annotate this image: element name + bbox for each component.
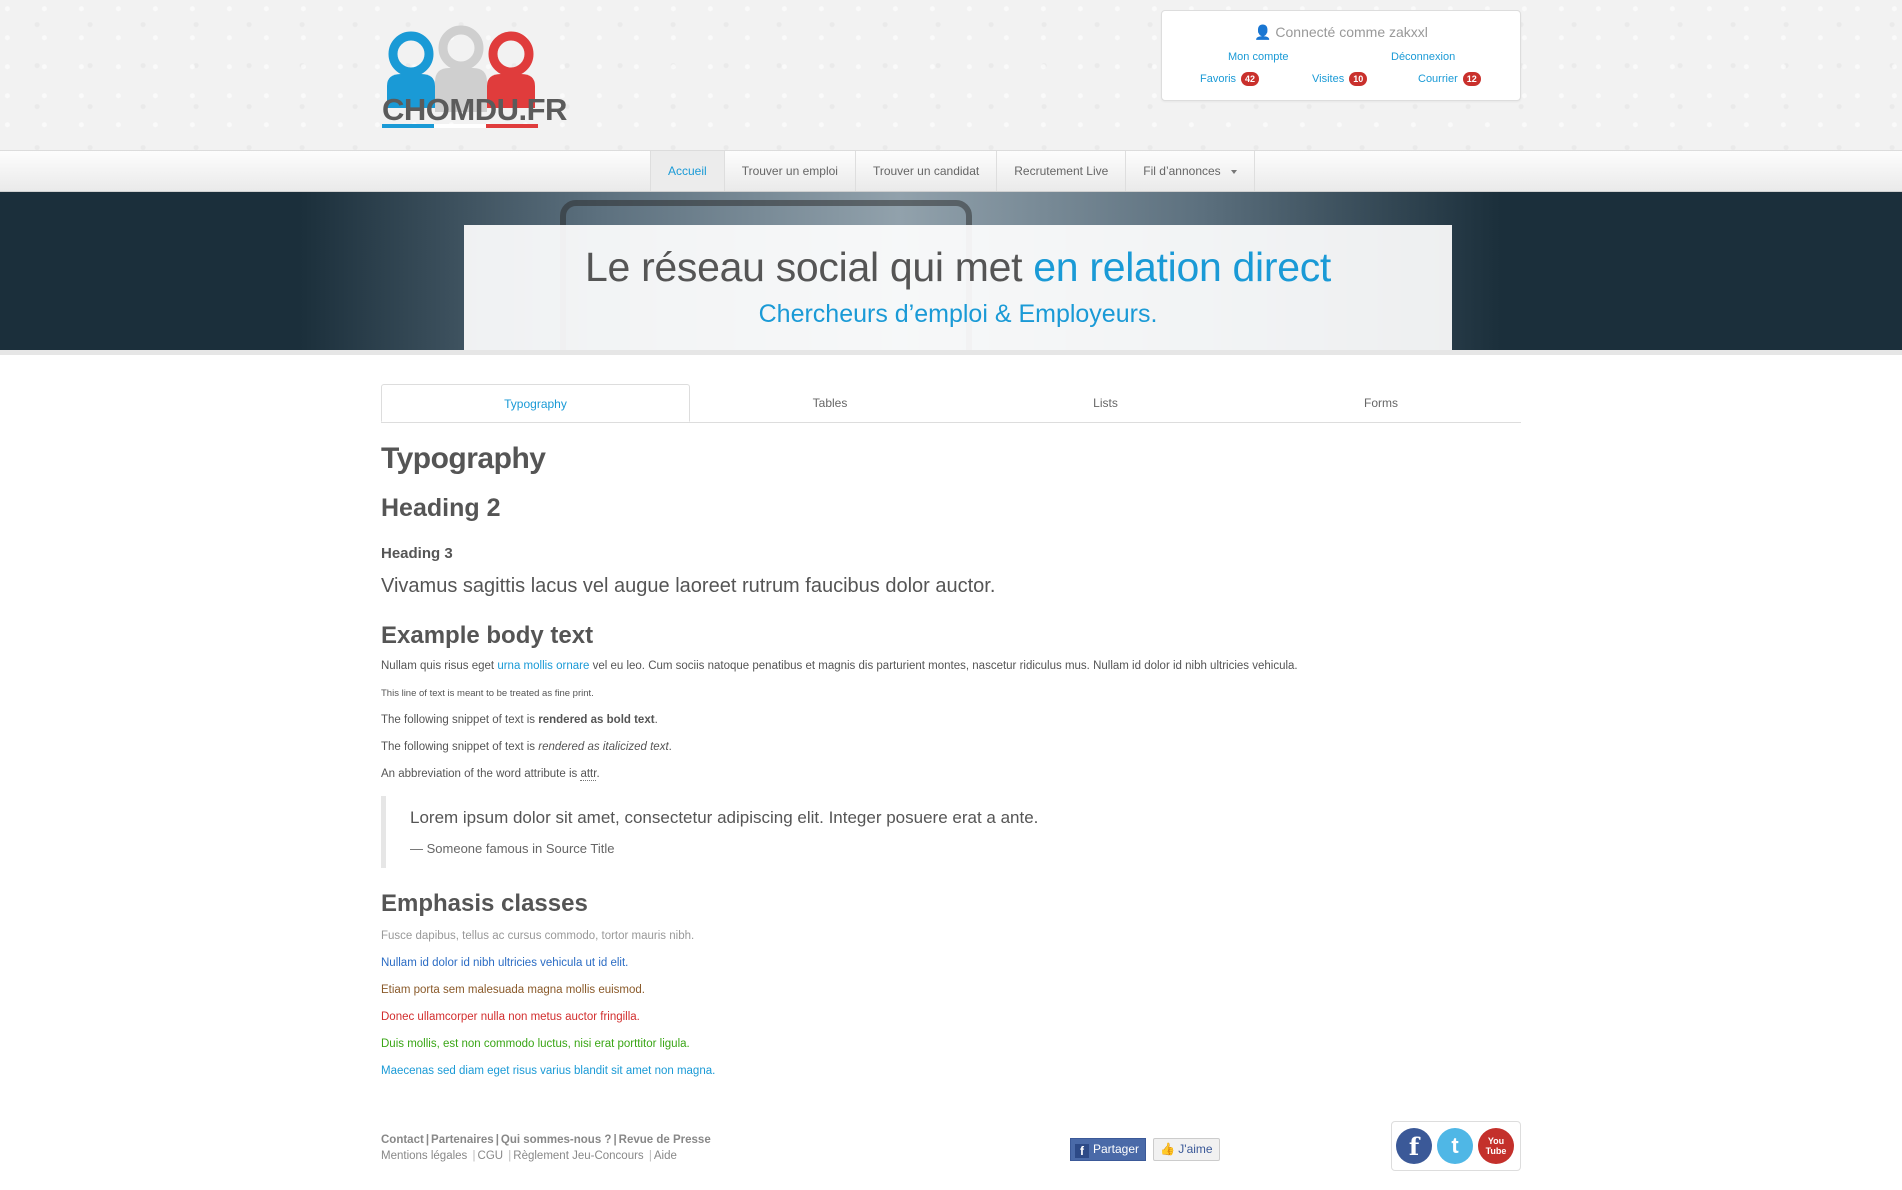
body-text-heading: Example body text xyxy=(381,622,594,649)
inline-link[interactable]: urna mollis ornare xyxy=(497,660,589,672)
connected-status: 👤 Connecté comme zakxxl xyxy=(1254,24,1428,40)
logo-tricolor-bar xyxy=(382,124,538,128)
body-paragraph: Nullam quis risus eget urna mollis ornar… xyxy=(381,660,1298,672)
divider xyxy=(0,350,1902,355)
user-box: 👤 Connecté comme zakxxl Mon compte Décon… xyxy=(1161,10,1521,101)
tab-typography[interactable]: Typography xyxy=(381,384,690,422)
facebook-icon[interactable]: f xyxy=(1396,1128,1432,1164)
emphasis-heading: Emphasis classes xyxy=(381,890,588,917)
footer-link-cgu[interactable]: CGU xyxy=(478,1150,504,1162)
facebook-like-button[interactable]: 👍 J'aime xyxy=(1153,1138,1220,1161)
footer-link-about[interactable]: Qui sommes-nous ? xyxy=(501,1134,612,1146)
text-info: Maecenas sed diam eget risus varius blan… xyxy=(381,1065,716,1077)
footer-link-contact[interactable]: Contact xyxy=(381,1134,424,1146)
content-tabs: Typography Tables Lists Forms xyxy=(381,384,1521,423)
footer-link-partenaires[interactable]: Partenaires xyxy=(431,1134,494,1146)
main-navbar: Accueil Trouver un emploi Trouver un can… xyxy=(0,150,1902,192)
footer-link-press[interactable]: Revue de Presse xyxy=(619,1134,711,1146)
footer-link-aide[interactable]: Aide xyxy=(654,1150,677,1162)
logout-link[interactable]: Déconnexion xyxy=(1391,51,1455,63)
nav-accueil[interactable]: Accueil xyxy=(650,151,724,191)
twitter-icon[interactable]: t xyxy=(1437,1128,1473,1164)
tab-tables[interactable]: Tables xyxy=(690,384,970,422)
quote-text: Lorem ipsum dolor sit amet, consectetur … xyxy=(410,808,1039,827)
header-band xyxy=(0,0,1902,150)
hero-subtitle: Chercheurs d’emploi & Employeurs. xyxy=(758,300,1158,328)
visits-count-badge: 10 xyxy=(1349,72,1368,86)
favorites-link[interactable]: Favoris 42 xyxy=(1200,72,1260,86)
facebook-share-button[interactable]: f Partager xyxy=(1070,1138,1147,1161)
abbr-paragraph: An abbreviation of the word attribute is… xyxy=(381,768,600,781)
heading-2: Heading 2 xyxy=(381,494,501,522)
lead-paragraph: Vivamus sagittis lacus vel augue laoreet… xyxy=(381,575,996,597)
thumbs-up-icon: 👍 xyxy=(1160,1142,1175,1156)
footer-link-legal[interactable]: Mentions légales xyxy=(381,1150,467,1162)
quote-source: — Someone famous in Source Title xyxy=(410,841,615,856)
footer-link-reglement[interactable]: Règlement Jeu-Concours xyxy=(513,1150,643,1162)
tab-lists[interactable]: Lists xyxy=(970,384,1241,422)
blockquote: Lorem ipsum dolor sit amet, consectetur … xyxy=(381,796,1486,868)
user-icon: 👤 xyxy=(1254,24,1272,40)
mail-count-badge: 12 xyxy=(1462,72,1481,86)
abbreviation[interactable]: attr xyxy=(580,768,597,781)
social-links: f t You Tube xyxy=(1391,1121,1521,1171)
hero-title: Le réseau social qui met en relation dir… xyxy=(584,244,1332,290)
text-warning: Etiam porta sem malesuada magna mollis e… xyxy=(381,984,645,996)
nav-trouver-emploi[interactable]: Trouver un emploi xyxy=(723,151,855,191)
text-danger: Donec ullamcorper nulla non metus auctor… xyxy=(381,1011,640,1023)
bold-paragraph: The following snippet of text is rendere… xyxy=(381,714,658,726)
mail-link[interactable]: Courrier 12 xyxy=(1418,72,1481,86)
facebook-icon: f xyxy=(1075,1144,1089,1158)
tab-forms[interactable]: Forms xyxy=(1241,384,1521,422)
fine-print: This line of text is meant to be treated… xyxy=(381,688,594,699)
my-account-link[interactable]: Mon compte xyxy=(1228,51,1289,63)
nav-fil-annonces-dropdown[interactable]: Fil d’annonces xyxy=(1125,151,1255,191)
logo-text[interactable]: CHOMDU.FR xyxy=(382,92,567,128)
text-muted: Fusce dapibus, tellus ac cursus commodo,… xyxy=(381,930,695,942)
italic-paragraph: The following snippet of text is rendere… xyxy=(381,741,672,753)
nav-trouver-candidat[interactable]: Trouver un candidat xyxy=(854,151,996,191)
nav-recrutement-live[interactable]: Recrutement Live xyxy=(996,151,1125,191)
favorites-count-badge: 42 xyxy=(1241,72,1260,86)
visits-link[interactable]: Visites 10 xyxy=(1312,72,1368,86)
footer-links: Contact | Partenaires | Qui sommes-nous ? | Re… xyxy=(381,1134,711,1162)
page-title: Typography xyxy=(381,442,546,475)
text-primary: Nullam id dolor id nibh ultricies vehicu… xyxy=(381,957,629,969)
chevron-down-icon xyxy=(1230,169,1237,174)
youtube-icon[interactable]: You Tube xyxy=(1478,1128,1514,1164)
heading-3: Heading 3 xyxy=(381,545,453,562)
text-success: Duis mollis, est non commodo luctus, nis… xyxy=(381,1038,690,1050)
